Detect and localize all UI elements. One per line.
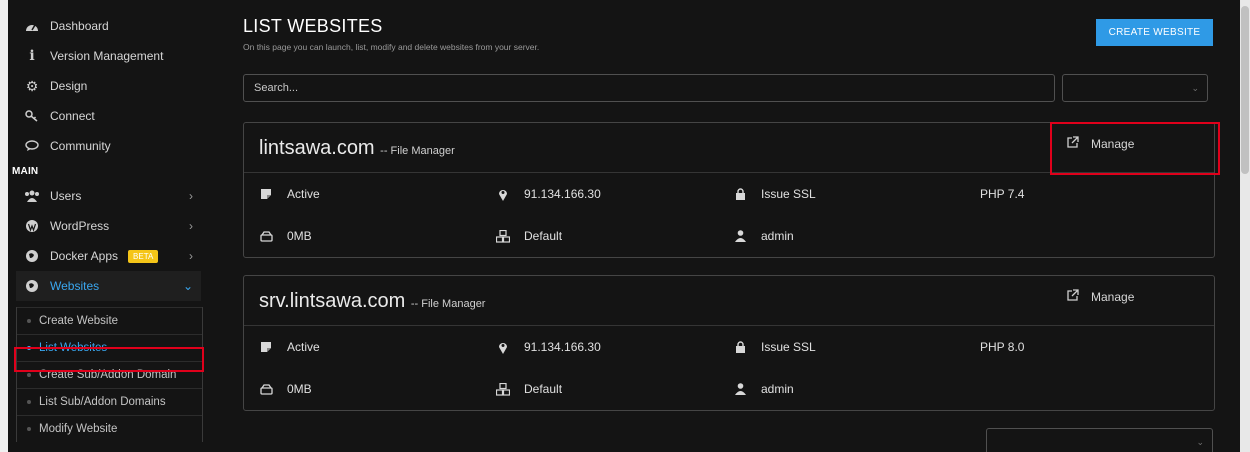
globe-icon [24,248,40,264]
main-content: LIST WEBSITES On this page you can launc… [209,0,1240,452]
manage-link[interactable]: Manage [1066,289,1134,305]
website-info-row: 0MB Default admin [244,215,1214,257]
package-cell: Default [496,368,562,410]
submenu-item-create-website[interactable]: Create Website [17,307,202,334]
bullet-icon [27,427,31,431]
pagination-select[interactable]: ⌄ [986,428,1213,452]
status-text: Active [287,340,320,354]
info-icon: i [29,48,35,64]
wordpress-icon [24,218,40,234]
user-icon [733,230,747,242]
chevron-down-icon: ⌄ [182,279,193,293]
ip-address: 91.134.166.30 [524,340,601,354]
submenu-item-modify-website[interactable]: Modify Website [17,415,202,442]
bullet-icon [27,400,31,404]
bullet-icon [27,373,31,377]
issue-ssl-link[interactable]: Issue SSL [761,187,816,201]
package-cell: Default [496,215,562,257]
section-header-main: MAIN [12,165,39,177]
file-manager-link[interactable]: -- File Manager [380,145,455,157]
map-pin-icon [496,188,510,201]
page-subtitle: On this page you can launch, list, modif… [243,42,540,52]
chevron-down-icon: ⌄ [1191,83,1199,93]
create-website-button[interactable]: CREATE WEBSITE [1096,19,1213,46]
beta-badge: BETA [128,249,159,263]
external-link-icon [1066,289,1079,305]
package-name: Default [524,382,563,396]
website-domain[interactable]: srv.lintsawa.com [259,290,405,312]
php-cell: PHP 7.4 [980,173,1024,215]
highlight-box-manage [1050,122,1220,175]
status-cell: Active [259,173,320,215]
sidebar: Dashboard i Version Management ⚙ Design … [8,0,209,452]
status-cell: Active [259,326,320,368]
php-cell: PHP 8.0 [980,326,1024,368]
sidebar-item-dashboard[interactable]: Dashboard [8,11,209,41]
globe-icon [24,278,40,294]
chevron-right-icon: › [189,219,193,233]
package-name: Default [524,229,563,243]
website-info-row: Active 91.134.166.30 Issue SSL PHP 7.4 [244,173,1214,215]
owner-name: admin [761,382,794,396]
sidebar-item-connect[interactable]: Connect [8,101,209,131]
sidebar-item-wordpress[interactable]: WordPress › [8,211,209,241]
owner-name: admin [761,229,794,243]
submenu-item-list-sub-addon-domains[interactable]: List Sub/Addon Domains [17,388,202,415]
website-card-header: srv.lintsawa.com -- File Manager Manage [244,276,1214,326]
key-icon [24,108,40,124]
disk-usage: 0MB [287,229,312,243]
chevron-right-icon: › [189,249,193,263]
website-domain[interactable]: lintsawa.com [259,137,375,159]
owner-cell: admin [733,215,794,257]
chat-icon [24,138,40,154]
website-info-row: 0MB Default admin [244,368,1214,410]
cubes-icon [496,382,510,396]
websites-submenu: Create Website List Websites Create Sub/… [16,307,203,442]
bullet-icon [27,319,31,323]
highlight-box-list-websites [14,347,204,372]
manage-label: Manage [1091,290,1135,304]
note-icon [259,188,273,200]
user-icon [733,383,747,395]
map-pin-icon [496,341,510,354]
owner-cell: admin [733,368,794,410]
disk-usage: 0MB [287,382,312,396]
note-icon [259,341,273,353]
search-input[interactable] [243,74,1055,102]
ip-cell: 91.134.166.30 [496,173,601,215]
scrollbar-track[interactable] [1240,0,1250,452]
hard-drive-icon [259,383,273,395]
scrollbar-thumb[interactable] [1241,6,1249,174]
status-text: Active [287,187,320,201]
website-info-row: Active 91.134.166.30 Issue SSL PHP 8.0 [244,326,1214,368]
ssl-cell[interactable]: Issue SSL [733,173,816,215]
sidebar-item-version-management[interactable]: i Version Management [8,41,209,71]
lock-icon [733,341,747,353]
ssl-cell[interactable]: Issue SSL [733,326,816,368]
hard-drive-icon [259,230,273,242]
disk-cell: 0MB [259,215,312,257]
chevron-right-icon: › [189,189,193,203]
filter-select[interactable]: ⌄ [1062,74,1208,102]
cubes-icon [496,229,510,243]
file-manager-link[interactable]: -- File Manager [411,298,486,310]
ip-cell: 91.134.166.30 [496,326,601,368]
ip-address: 91.134.166.30 [524,187,601,201]
website-card: srv.lintsawa.com -- File Manager Manage … [243,275,1215,411]
sidebar-item-websites[interactable]: Websites ⌄ [16,271,201,301]
sidebar-item-users[interactable]: Users › [8,181,209,211]
users-icon [24,188,40,204]
chevron-down-icon: ⌄ [1196,437,1204,447]
sidebar-item-community[interactable]: Community [8,131,209,161]
php-version: PHP 7.4 [980,187,1025,201]
disk-cell: 0MB [259,368,312,410]
lock-icon [733,188,747,200]
gear-icon: ⚙ [25,77,39,94]
php-version: PHP 8.0 [980,340,1025,354]
page-title: LIST WEBSITES [243,16,383,36]
dashboard-icon [24,18,40,34]
issue-ssl-link[interactable]: Issue SSL [761,340,816,354]
sidebar-item-docker-apps[interactable]: Docker Apps BETA › [8,241,209,271]
sidebar-item-design[interactable]: ⚙ Design [8,71,209,101]
